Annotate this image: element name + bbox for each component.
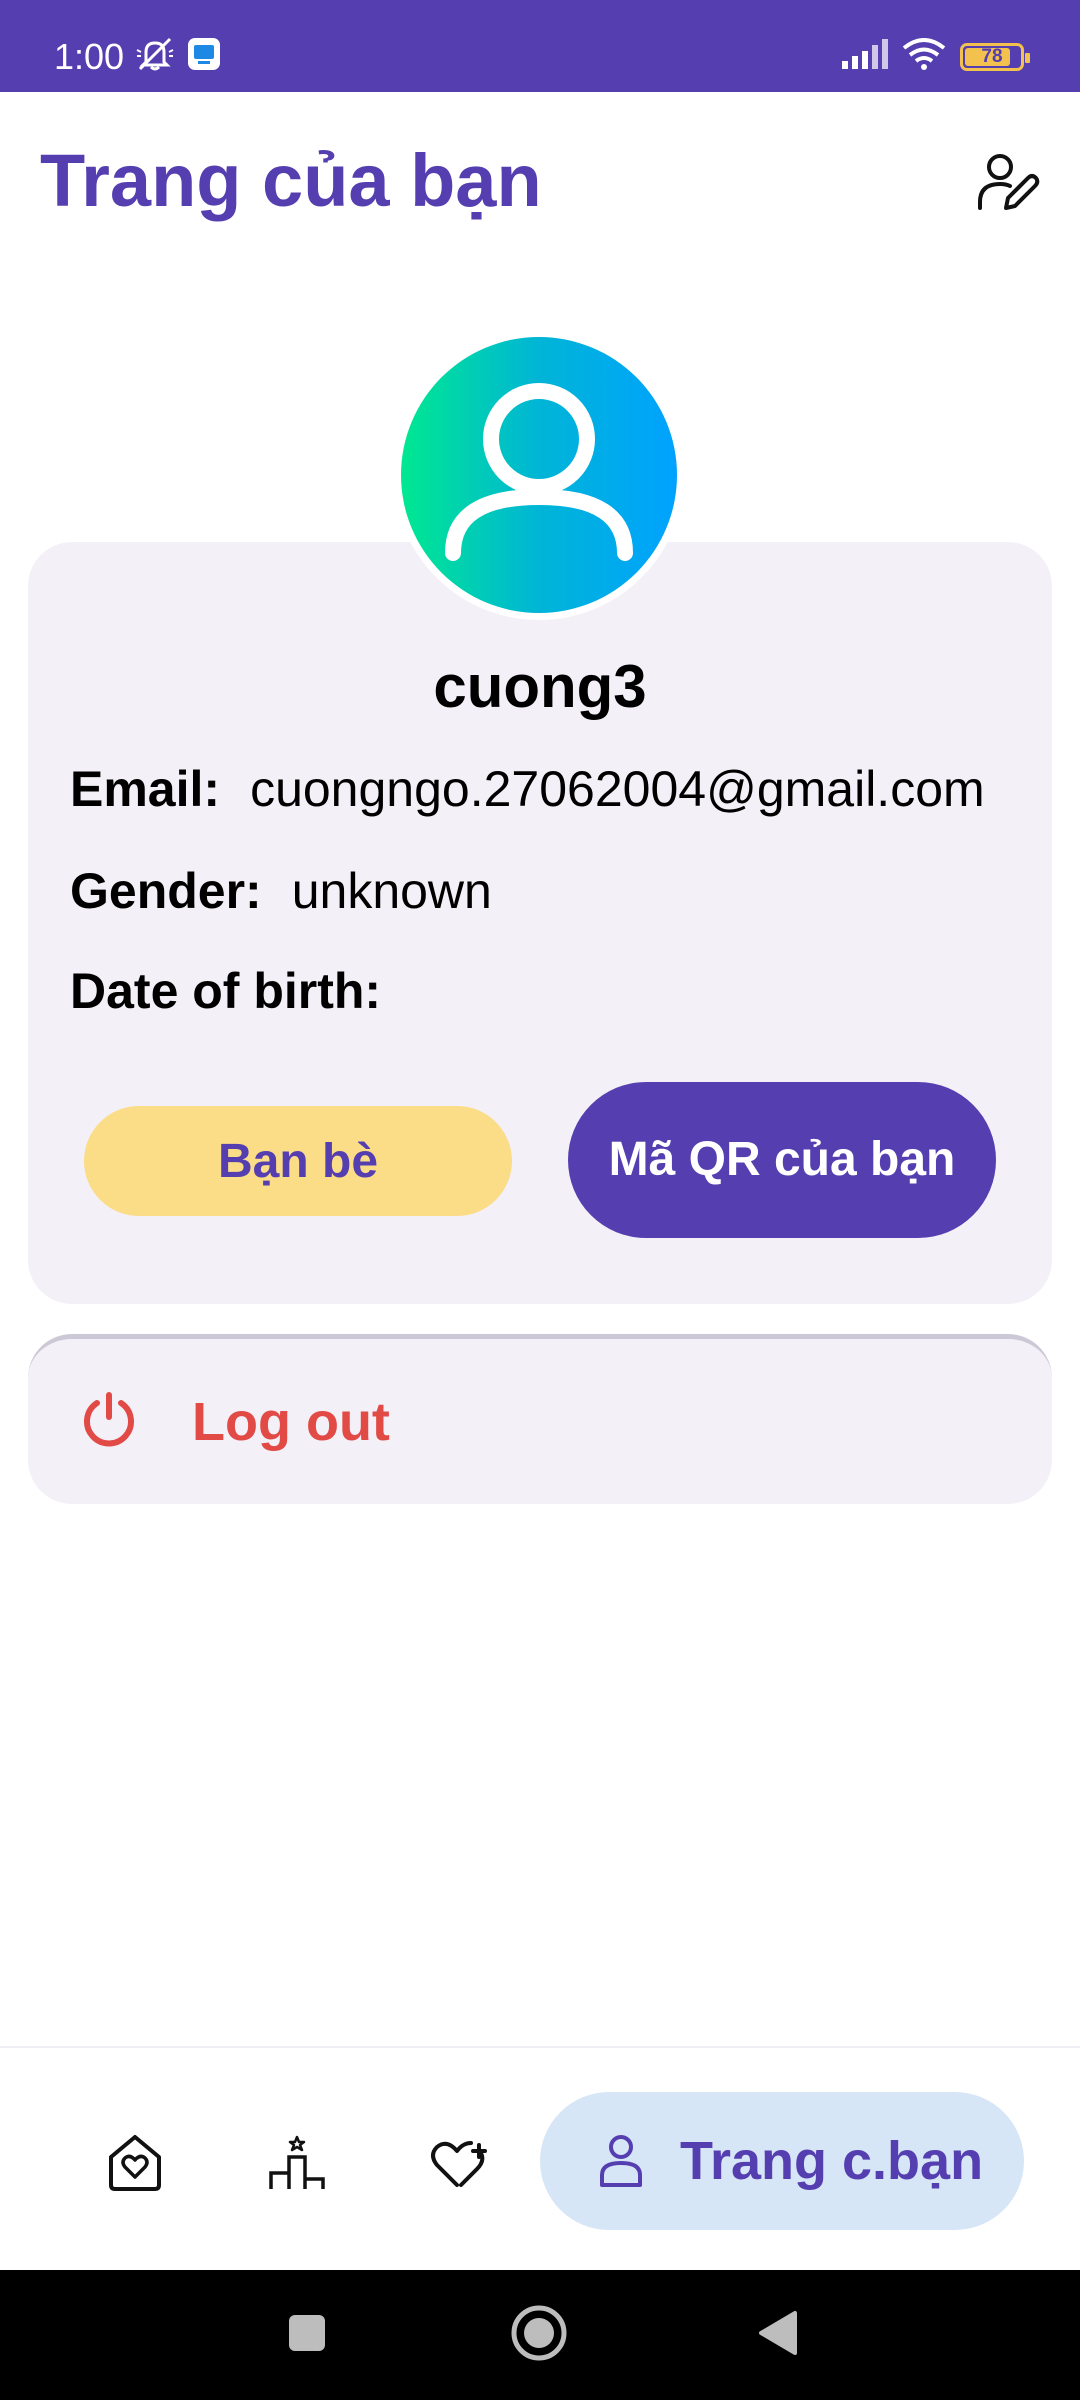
battery-icon: 78 — [960, 42, 1030, 71]
status-right-icons: 78 — [840, 38, 1030, 75]
heart-plus-icon — [427, 2131, 491, 2200]
home-heart-icon — [103, 2131, 167, 2200]
battery-level: 78 — [981, 45, 1003, 67]
profile-card: cuong3 Email: cuongngo.27062004@gmail.co… — [28, 542, 1052, 1304]
signal-icon — [840, 39, 888, 74]
gender-value: unknown — [291, 863, 492, 919]
home-button[interactable] — [504, 2300, 574, 2370]
power-icon — [80, 1391, 138, 1449]
email-label: Email: — [70, 761, 221, 817]
email-value: cuongngo.27062004@gmail.com — [250, 761, 985, 817]
status-bar: 1:00 78 — [0, 0, 1080, 92]
edit-profile-icon[interactable] — [972, 146, 1044, 218]
mute-icon — [134, 36, 176, 77]
username: cuong3 — [433, 653, 647, 720]
nav-home[interactable] — [98, 2128, 172, 2202]
dob-row: Date of birth: — [70, 962, 411, 1020]
nav-profile-label: Trang c.bạn — [680, 2131, 984, 2191]
dob-label: Date of birth: — [70, 963, 382, 1019]
bottom-navigation: Trang c.bạn — [0, 2046, 1080, 2272]
gender-label: Gender: — [70, 863, 262, 919]
nav-profile[interactable]: Trang c.bạn — [540, 2092, 1024, 2230]
back-button[interactable] — [742, 2300, 812, 2370]
qr-code-button[interactable]: Mã QR của bạn — [568, 1082, 996, 1238]
user-avatar-icon — [401, 337, 677, 613]
recents-button[interactable] — [272, 2300, 342, 2370]
app-notification-icon — [186, 36, 222, 77]
back-triangle-icon — [755, 2309, 799, 2362]
avatar[interactable] — [394, 330, 684, 620]
nav-favorites[interactable] — [422, 2128, 496, 2202]
system-navigation-bar — [0, 2270, 1080, 2400]
gender-row: Gender: unknown — [70, 862, 492, 920]
circle-icon — [509, 2303, 569, 2368]
square-icon — [287, 2313, 327, 2358]
status-time: 1:00 — [54, 36, 125, 77]
status-left-icons — [134, 36, 222, 77]
page-title: Trang của bạn — [40, 139, 542, 222]
email-row: Email: cuongngo.27062004@gmail.com — [70, 760, 985, 818]
wifi-icon — [902, 38, 946, 75]
friends-button[interactable]: Bạn bè — [84, 1106, 512, 1216]
person-icon — [598, 2133, 644, 2189]
logout-label: Log out — [192, 1392, 390, 1452]
logout-button[interactable]: Log out — [28, 1334, 1052, 1504]
nav-ranking[interactable] — [260, 2128, 334, 2202]
ranking-icon — [265, 2131, 329, 2200]
